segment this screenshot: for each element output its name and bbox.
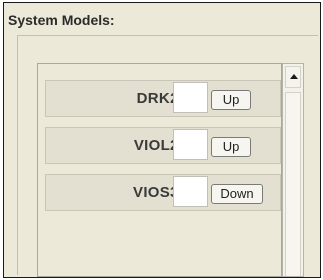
model-value-input[interactable]: [173, 82, 208, 113]
model-value-input[interactable]: [173, 176, 208, 207]
scroll-track[interactable]: [285, 92, 301, 276]
vertical-scrollbar[interactable]: [282, 63, 304, 277]
model-row-vios318: VIOS318 Down: [45, 174, 281, 211]
model-row-viol210: VIOL210 Up: [45, 127, 281, 164]
scroll-up-arrow-icon[interactable]: [285, 66, 301, 88]
model-row-drk210: DRK210 Up: [45, 80, 281, 117]
direction-button[interactable]: Up: [211, 137, 251, 157]
group-title: System Models:: [8, 12, 115, 28]
direction-button[interactable]: Down: [211, 184, 263, 204]
direction-button[interactable]: Up: [211, 90, 251, 110]
model-value-input[interactable]: [173, 129, 208, 160]
